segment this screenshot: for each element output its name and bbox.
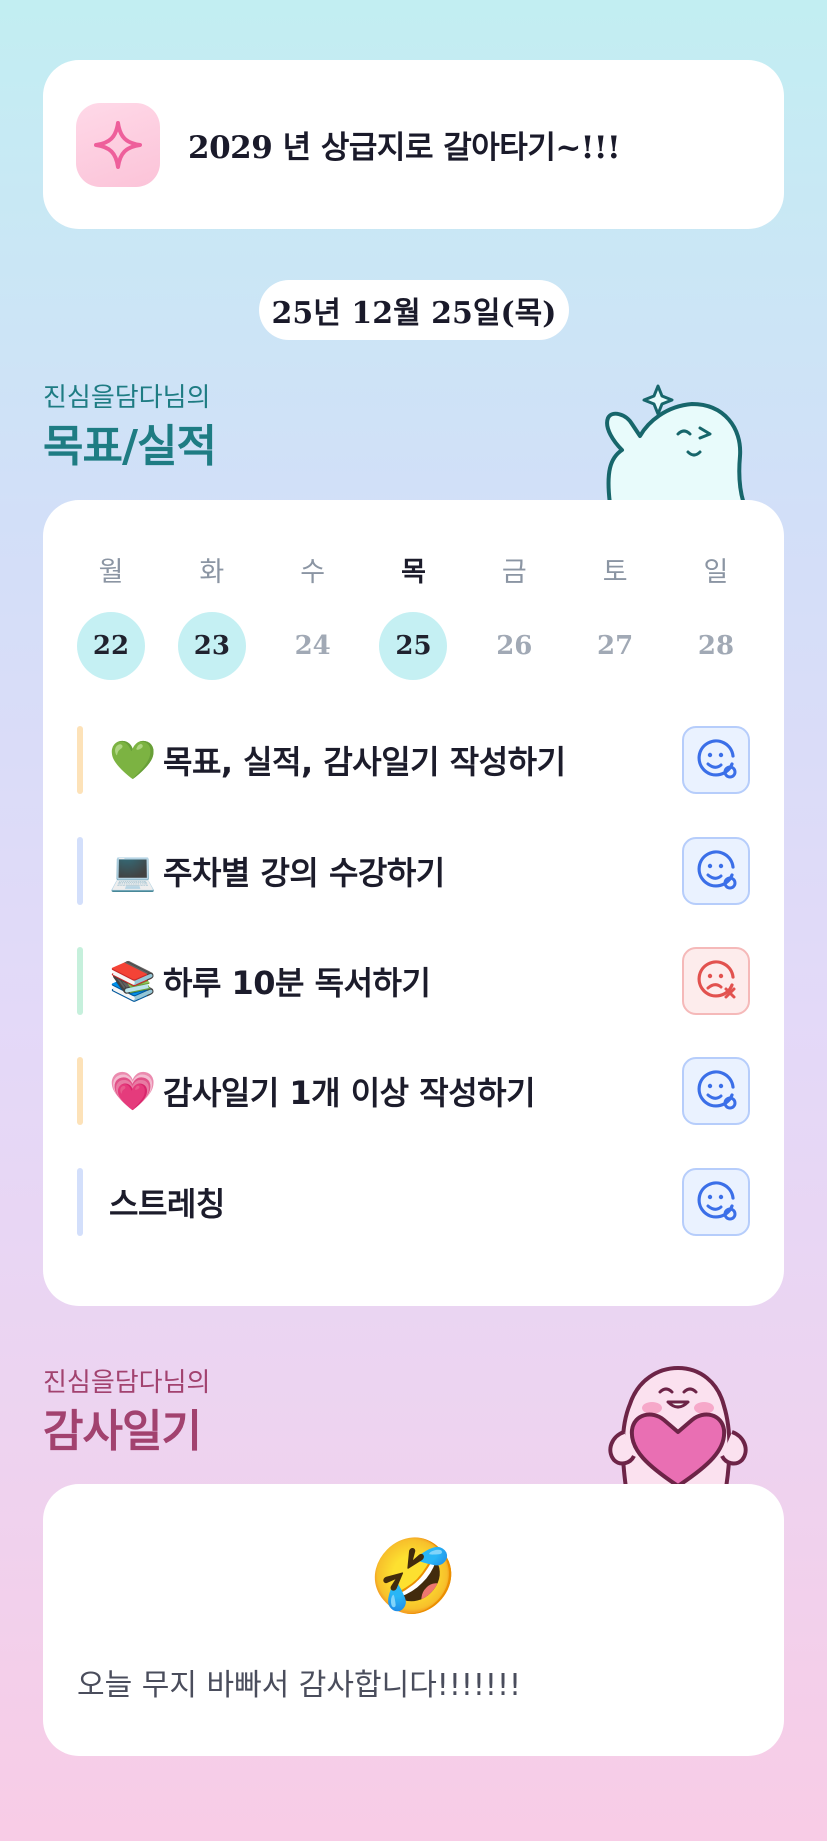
date-selector[interactable]: 25년 12월 25일(목) <box>259 280 569 340</box>
date-cell[interactable]: 26 <box>480 612 548 680</box>
date-cell[interactable]: 27 <box>581 612 649 680</box>
task-row[interactable]: 💚 목표, 실적, 감사일기 작성하기 <box>77 726 750 794</box>
gratitude-card[interactable]: 🤣 오늘 무지 바빠서 감사합니다!!!!!!! <box>43 1484 784 1756</box>
goals-section-subtitle: 진심을담다님의 <box>43 383 211 413</box>
rolling-laughing-face-icon: 🤣 <box>368 1534 459 1618</box>
task-color-bar <box>77 1168 83 1236</box>
task-status-done-button[interactable] <box>682 726 750 794</box>
task-color-bar <box>77 726 83 794</box>
frown-x-icon <box>697 960 736 999</box>
task-status-done-button[interactable] <box>682 1168 750 1236</box>
task-row[interactable]: 📚 하루 10분 독서하기 <box>77 947 750 1015</box>
task-row[interactable]: 스트레칭 <box>77 1168 750 1236</box>
weekday-label: 화 <box>199 557 225 588</box>
task-label: 목표, 실적, 감사일기 작성하기 <box>163 743 566 781</box>
weekday-label-today: 목 <box>401 557 426 588</box>
pink-heart-icon: 💗 <box>109 1069 157 1113</box>
date-cell[interactable]: 24 <box>279 612 347 680</box>
task-status-failed-button[interactable] <box>682 947 750 1015</box>
weekday-label: 일 <box>703 557 729 588</box>
task-color-bar <box>77 1057 83 1125</box>
task-color-bar <box>77 837 83 905</box>
week-date-row: 22 23 24 25 26 27 28 <box>77 612 750 680</box>
smile-check-icon <box>697 850 737 890</box>
books-icon: 📚 <box>109 959 157 1003</box>
task-label: 감사일기 1개 이상 작성하기 <box>163 1074 536 1112</box>
weekday-label: 토 <box>602 557 628 588</box>
task-status-done-button[interactable] <box>682 837 750 905</box>
date-cell[interactable]: 28 <box>682 612 750 680</box>
task-label: 하루 10분 독서하기 <box>163 964 431 1002</box>
task-row[interactable]: 💻 주차별 강의 수강하기 <box>77 837 750 905</box>
goals-section-title: 목표/실적 <box>43 421 217 472</box>
smile-check-icon <box>697 739 737 779</box>
weekday-label: 수 <box>300 557 326 588</box>
smile-check-icon <box>697 1070 737 1110</box>
motto-card[interactable]: 2029 년 상급지로 갈아타기~!!! <box>43 60 784 229</box>
green-heart-icon: 💚 <box>109 738 157 782</box>
goals-card: 월 화 수 목 금 토 일 22 23 24 25 26 27 28 💚 목표,… <box>43 500 784 1306</box>
cheering-mascot-illustration <box>592 372 748 506</box>
date-cell-completed[interactable]: 23 <box>177 612 246 680</box>
motto-text: 2029 년 상급지로 갈아타기~!!! <box>188 130 621 166</box>
task-label: 주차별 강의 수강하기 <box>163 854 445 892</box>
weekday-header: 월 화 수 목 금 토 일 <box>77 550 750 589</box>
sparkle-icon <box>76 102 160 187</box>
gratitude-section-title: 감사일기 <box>43 1406 202 1457</box>
task-row[interactable]: 💗 감사일기 1개 이상 작성하기 <box>77 1057 750 1125</box>
task-status-done-button[interactable] <box>682 1057 750 1125</box>
smile-check-icon <box>697 1181 737 1221</box>
heart-mascot-illustration <box>594 1358 754 1490</box>
gratitude-entry-text: 오늘 무지 바빠서 감사합니다!!!!!!! <box>77 1668 521 1703</box>
weekday-label: 월 <box>98 557 124 588</box>
task-color-bar <box>77 947 83 1015</box>
gratitude-section-subtitle: 진심을담다님의 <box>43 1368 211 1398</box>
date-cell-today[interactable]: 25 <box>379 612 448 680</box>
weekday-label: 금 <box>501 557 527 588</box>
laptop-icon: 💻 <box>109 849 157 893</box>
date-cell-completed[interactable]: 22 <box>77 612 145 680</box>
task-label: 스트레칭 <box>109 1185 225 1223</box>
